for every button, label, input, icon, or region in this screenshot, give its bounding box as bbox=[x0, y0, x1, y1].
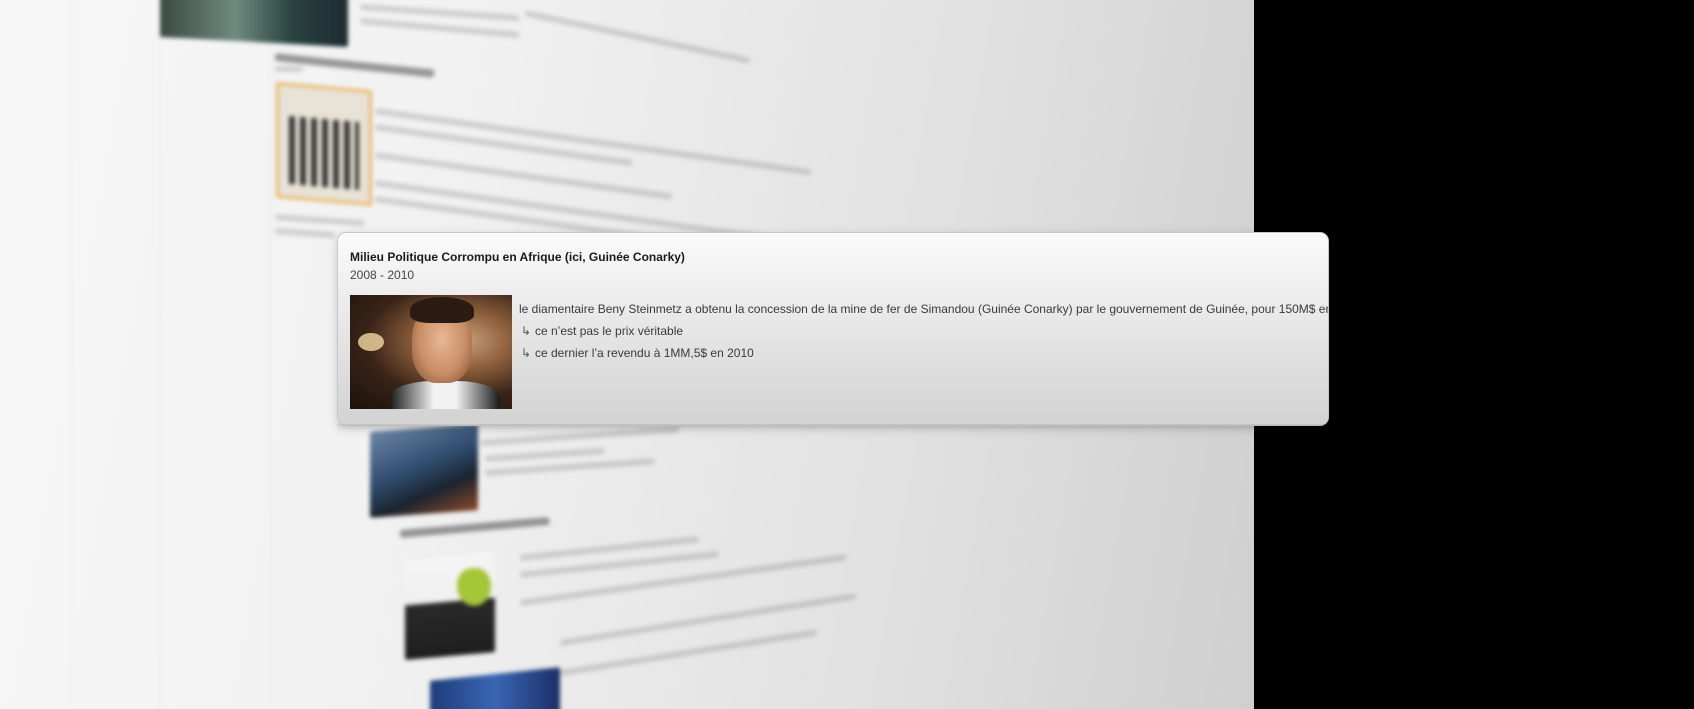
event-description: le diamentaire Beny Steinmetz a obtenu l… bbox=[519, 298, 1329, 364]
description-subline: ↳ ce n’est pas le prix véritable bbox=[519, 320, 1328, 342]
background-image-stage bbox=[430, 667, 560, 709]
background-text-line bbox=[519, 554, 848, 606]
background-text-line bbox=[559, 593, 857, 646]
background-text-line bbox=[524, 10, 751, 64]
background-text-line bbox=[359, 18, 520, 38]
description-subline: ↳ ce dernier l’a revendu à 1MM,5$ en 2010 bbox=[519, 342, 1328, 364]
grid-line bbox=[70, 0, 71, 709]
grid-line bbox=[270, 0, 271, 709]
card-shadow bbox=[337, 424, 1327, 430]
background-image-man bbox=[405, 552, 495, 660]
background-text-line bbox=[274, 214, 365, 227]
background-text-line bbox=[275, 66, 303, 72]
background-chart-image bbox=[276, 81, 372, 207]
background-image-sea bbox=[370, 424, 478, 518]
background-image-top bbox=[160, 0, 348, 47]
event-title: Milieu Politique Corrompu en Afrique (ic… bbox=[350, 250, 685, 264]
return-arrow-icon: ↳ bbox=[521, 346, 532, 360]
return-arrow-icon: ↳ bbox=[521, 324, 532, 338]
timeline-event-card[interactable]: Milieu Politique Corrompu en Afrique (ic… bbox=[337, 232, 1329, 426]
description-line: le diamentaire Beny Steinmetz a obtenu l… bbox=[519, 302, 1329, 316]
person-photo bbox=[350, 295, 512, 409]
background-text-line bbox=[484, 458, 655, 476]
event-dates: 2008 - 2010 bbox=[350, 268, 415, 282]
background-text-line bbox=[484, 447, 605, 462]
background-text-line bbox=[274, 228, 336, 239]
grid-line bbox=[160, 0, 161, 709]
background-heading bbox=[399, 516, 550, 538]
africa-map-icon bbox=[457, 566, 491, 608]
background-text-line bbox=[359, 4, 520, 22]
